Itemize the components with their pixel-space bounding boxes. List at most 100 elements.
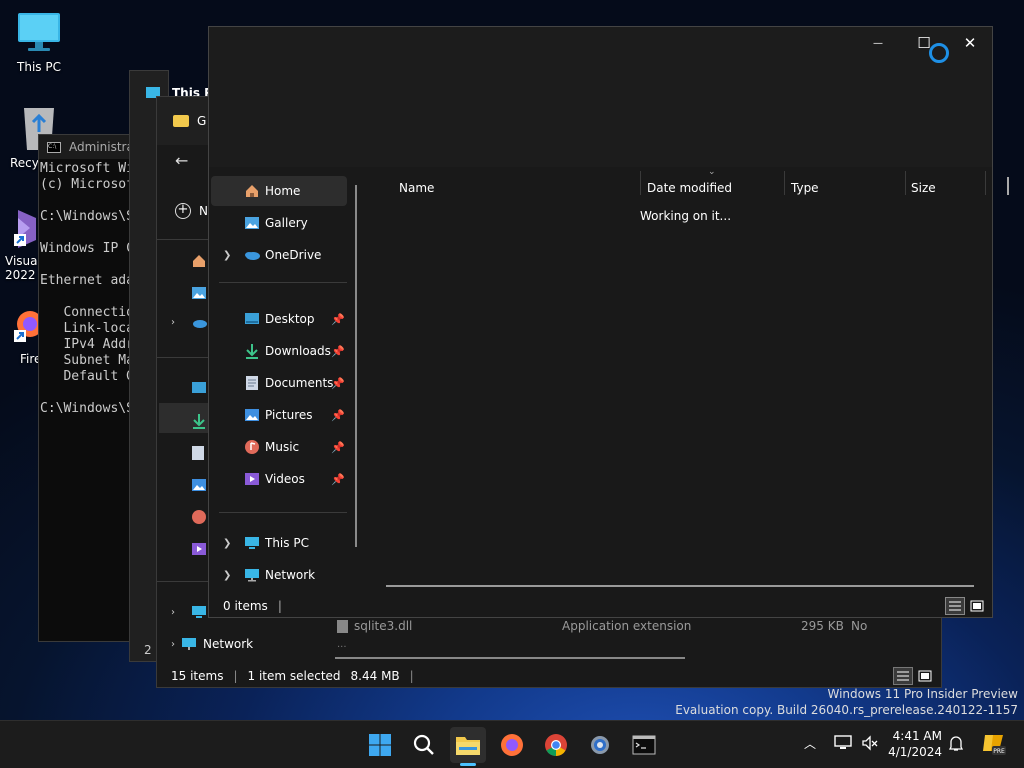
pin-icon[interactable]: 📌 bbox=[331, 377, 345, 390]
clock-time: 4:41 AM bbox=[892, 729, 942, 743]
svg-text:PRE: PRE bbox=[993, 748, 1005, 755]
horizontal-scrollbar[interactable] bbox=[386, 585, 974, 587]
music-icon bbox=[243, 438, 261, 456]
desktop-icon-firefox[interactable]: Fire bbox=[0, 306, 42, 366]
network-icon bbox=[243, 566, 261, 584]
nav-item-pictures[interactable]: Pictures 📌 bbox=[211, 400, 347, 430]
taskbar[interactable]: ︿ 4:41 AM 4/1/2024 PRE bbox=[0, 720, 1024, 768]
chevron-right-icon[interactable]: ❯ bbox=[223, 538, 231, 549]
pin-icon[interactable]: 📌 bbox=[331, 409, 345, 422]
divider bbox=[157, 357, 209, 358]
desktop-icon bbox=[243, 310, 261, 328]
pin-icon[interactable]: 📌 bbox=[331, 473, 345, 486]
clock-date: 4/1/2024 bbox=[888, 745, 942, 759]
chevron-right-icon[interactable]: ❯ bbox=[223, 570, 231, 581]
column-divider[interactable] bbox=[640, 171, 641, 195]
active-indicator bbox=[460, 763, 476, 766]
desktop-icon-label: This PC bbox=[17, 60, 61, 74]
downloads-icon bbox=[243, 342, 261, 360]
documents-icon bbox=[243, 374, 261, 392]
column-divider[interactable] bbox=[784, 171, 785, 195]
network-icon bbox=[181, 637, 197, 651]
loading-message: Working on it... bbox=[640, 209, 732, 223]
divider bbox=[219, 282, 347, 283]
explorer-back-new-button[interactable]: + N bbox=[175, 203, 208, 219]
divider bbox=[219, 512, 347, 513]
settings-icon[interactable] bbox=[582, 727, 618, 763]
pin-icon[interactable]: 📌 bbox=[331, 313, 345, 326]
nav-item-gallery[interactable]: Gallery bbox=[211, 208, 347, 238]
clock[interactable]: 4:41 AM 4/1/2024 bbox=[886, 728, 942, 760]
desktop-icon-this-pc[interactable]: This PC bbox=[1, 10, 77, 74]
monitor-icon bbox=[16, 10, 62, 56]
terminal-icon[interactable] bbox=[626, 727, 662, 763]
chevron-right-icon[interactable]: ❯ bbox=[223, 250, 231, 261]
this-pc-icon bbox=[243, 534, 261, 552]
chevron-up-icon[interactable]: ︿ bbox=[804, 735, 816, 752]
chevron-right-icon[interactable]: › bbox=[171, 607, 175, 618]
divider bbox=[157, 581, 209, 582]
nav-item-documents[interactable]: Documents 📌 bbox=[211, 368, 347, 398]
dll-file-icon bbox=[337, 619, 348, 633]
nav-item-onedrive[interactable]: ❯ OneDrive bbox=[211, 240, 347, 270]
column-divider[interactable] bbox=[905, 171, 906, 195]
vertical-scrollbar[interactable] bbox=[1007, 177, 1009, 195]
column-header-type[interactable]: Type bbox=[791, 173, 819, 203]
nav-item-network-back[interactable]: › Network bbox=[171, 637, 253, 651]
nav-item-home[interactable]: Home bbox=[211, 176, 347, 206]
close-button[interactable]: ✕ bbox=[947, 27, 993, 59]
nav-item-downloads[interactable]: Downloads 📌 bbox=[211, 336, 347, 366]
pin-icon[interactable]: 📌 bbox=[331, 441, 345, 454]
horizontal-scrollbar[interactable] bbox=[335, 657, 685, 659]
pin-icon[interactable]: 📌 bbox=[331, 345, 345, 358]
explorer-window[interactable]: — ☐ ✕ Home Gallery ❯ OneDrive Desktop 📌 … bbox=[208, 26, 1009, 618]
truncated-row: ... bbox=[337, 639, 347, 650]
notification-bell-icon[interactable] bbox=[948, 734, 964, 752]
divider bbox=[157, 239, 209, 240]
gallery-icon bbox=[243, 214, 261, 232]
nav-item-music[interactable]: Music 📌 bbox=[211, 432, 347, 462]
chrome-icon[interactable] bbox=[538, 727, 574, 763]
tiles-view-icon[interactable] bbox=[915, 667, 935, 685]
column-header-name[interactable]: Name bbox=[399, 173, 434, 203]
table-row[interactable]: sqlite3.dll Application extension 295 KB… bbox=[337, 615, 897, 637]
copilot-pre-icon[interactable]: PRE bbox=[982, 731, 1006, 757]
network-status-icon[interactable] bbox=[834, 735, 852, 751]
start-icon[interactable] bbox=[362, 727, 398, 763]
search-icon[interactable] bbox=[406, 727, 442, 763]
chevron-right-icon[interactable]: › bbox=[171, 317, 175, 328]
column-divider[interactable] bbox=[985, 171, 986, 195]
nav-item-videos[interactable]: Videos 📌 bbox=[211, 464, 347, 494]
navigation-pane[interactable]: Home Gallery ❯ OneDrive Desktop 📌 Downlo… bbox=[209, 167, 369, 587]
column-header-size[interactable]: Size bbox=[911, 173, 936, 203]
folder-icon bbox=[173, 115, 189, 127]
explorer-back-tab-title: G bbox=[197, 114, 207, 128]
back-arrow-icon[interactable]: ← bbox=[175, 151, 188, 170]
plus-circle-icon: + bbox=[175, 203, 191, 219]
sort-chevron-icon: ⌄ bbox=[708, 167, 716, 177]
nav-scrollbar[interactable] bbox=[355, 185, 357, 547]
videos-icon bbox=[243, 470, 261, 488]
tiles-view-icon[interactable] bbox=[967, 597, 987, 615]
visual-studio-icon bbox=[14, 208, 40, 248]
nav-item-network[interactable]: ❯ Network bbox=[211, 560, 347, 590]
pictures-icon bbox=[243, 406, 261, 424]
file-explorer-icon[interactable] bbox=[450, 727, 486, 763]
minimize-button[interactable]: — bbox=[855, 27, 901, 59]
volume-muted-icon[interactable] bbox=[861, 735, 879, 751]
chevron-right-icon: › bbox=[171, 638, 175, 650]
back-window-status: 2 bbox=[144, 643, 152, 657]
status-bar: 15 items | 1 item selected 8.44 MB | bbox=[171, 669, 414, 683]
nav-item-this-pc[interactable]: ❯ This PC bbox=[211, 528, 347, 558]
desktop-icon-visual-studio[interactable]: Visual 2022 P bbox=[0, 208, 47, 282]
busy-cursor-icon bbox=[929, 43, 949, 63]
home-icon bbox=[243, 182, 261, 200]
details-view-icon[interactable] bbox=[945, 597, 965, 615]
details-view-icon[interactable] bbox=[893, 667, 913, 685]
nav-item-desktop[interactable]: Desktop 📌 bbox=[211, 304, 347, 334]
onedrive-icon bbox=[243, 246, 261, 264]
firefox-icon[interactable] bbox=[494, 727, 530, 763]
status-item-count: 0 items bbox=[223, 599, 268, 613]
column-header-date-modified[interactable]: Date modified bbox=[647, 173, 732, 203]
os-watermark: Windows 11 Pro Insider Preview Evaluatio… bbox=[675, 687, 1018, 717]
